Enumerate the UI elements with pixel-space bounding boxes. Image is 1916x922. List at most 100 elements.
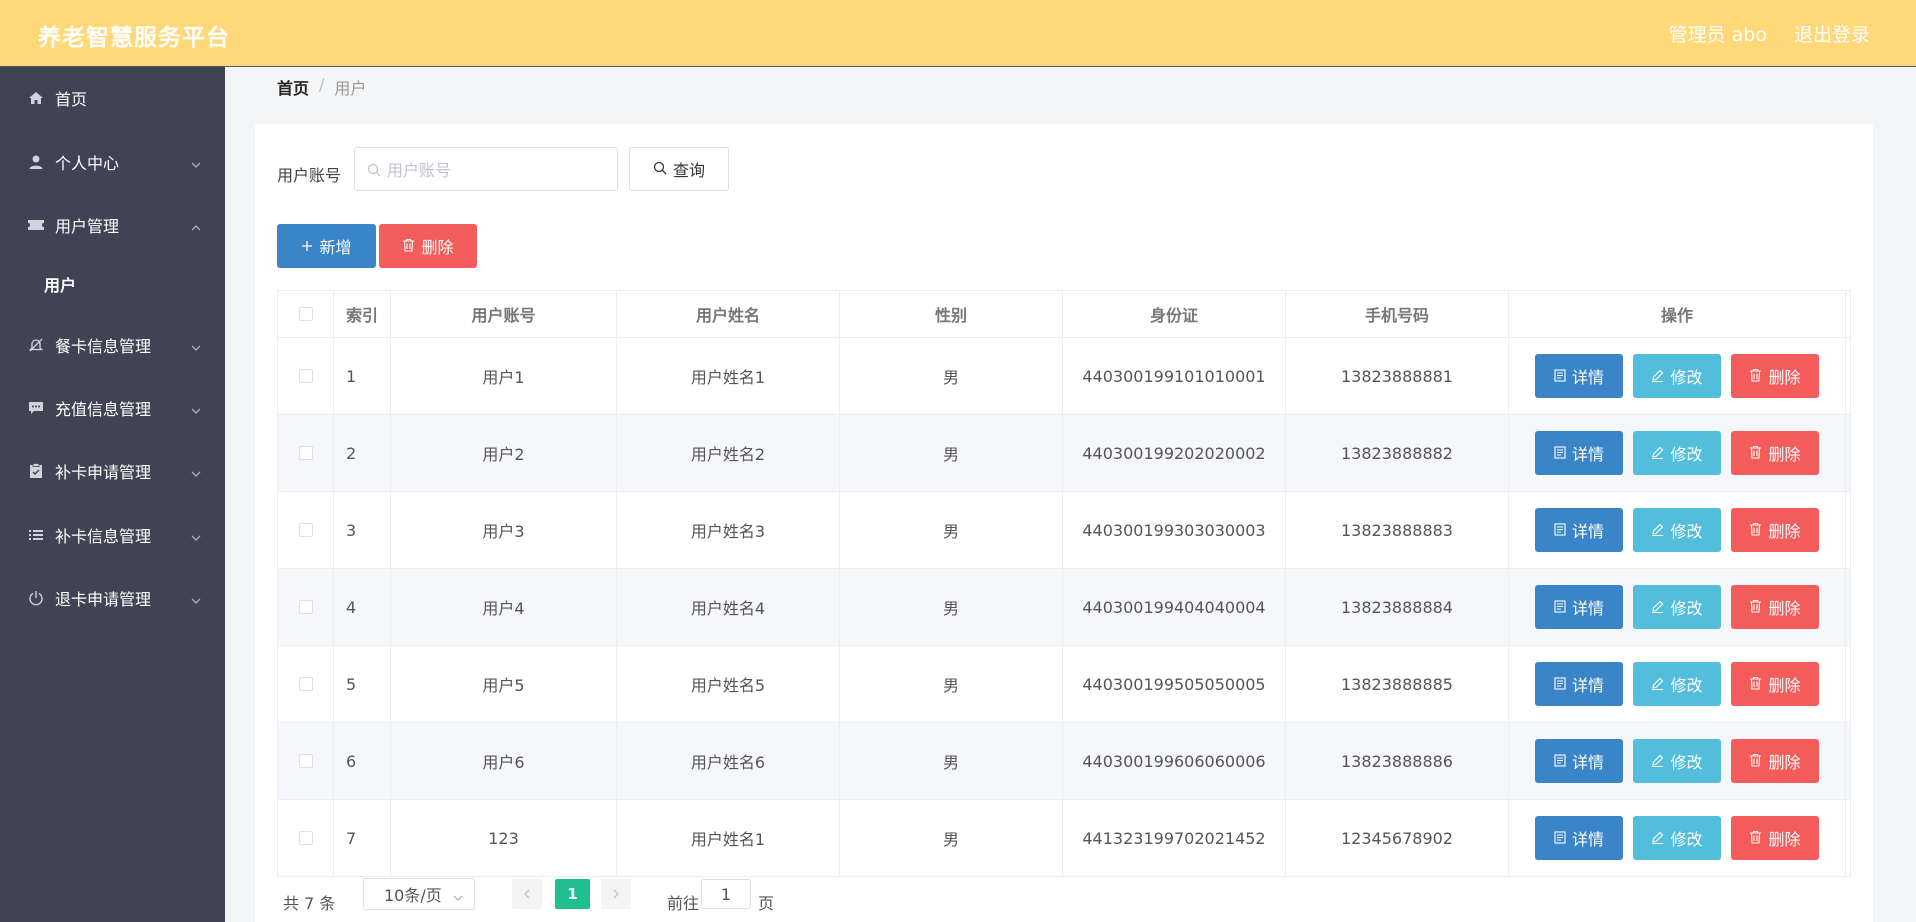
detail-button[interactable]: 详情 [1535,739,1623,783]
add-button-label: 新增 [319,238,352,257]
edit-button-label: 修改 [1670,368,1703,387]
row-select-cell [278,723,334,799]
remove-button[interactable]: 删除 [1731,739,1819,783]
cell-id-card: 440300199202020002 [1063,415,1286,491]
edit-button[interactable]: 修改 [1633,354,1721,398]
edit-button[interactable]: 修改 [1633,585,1721,629]
detail-button[interactable]: 详情 [1535,585,1623,629]
sidebar-item-refund-apply[interactable]: 退卡申请管理 [0,570,225,626]
chevron-down-icon [190,465,202,477]
chevron-down-icon [190,592,202,604]
cell-index: 7 [334,800,391,876]
detail-button[interactable]: 详情 [1535,816,1623,860]
row-checkbox[interactable] [298,600,313,614]
chevron-down-icon [190,402,202,414]
cell-phone: 13823888881 [1286,338,1509,414]
cell-name: 用户姓名1 [617,338,840,414]
search-icon [367,162,381,181]
edit-button-label: 修改 [1670,830,1703,849]
row-checkbox[interactable] [298,754,313,768]
cell-name: 用户姓名1 [617,800,840,876]
cell-index: 6 [334,723,391,799]
cell-gender: 男 [840,569,1063,645]
column-header: 手机号码 [1286,291,1509,337]
detail-button[interactable]: 详情 [1535,508,1623,552]
page-unit-label: 页 [758,894,775,913]
sidebar-item-label: 补卡信息管理 [55,527,152,546]
edit-button[interactable]: 修改 [1633,739,1721,783]
cell-operations: 详情 修改 删除 [1509,338,1846,414]
sidebar-item-reissue-apply[interactable]: 补卡申请管理 [0,443,225,499]
cell-name: 用户姓名5 [617,646,840,722]
document-icon [1554,367,1566,386]
breadcrumb-home[interactable]: 首页 [277,75,309,99]
main-content: 首页 / 用户 用户账号 查询 新增 删除 索引 用户账号 用户姓名 [225,67,1916,922]
detail-button-label: 详情 [1571,445,1604,464]
trash-icon [1749,752,1762,771]
search-icon [653,160,667,179]
edit-button[interactable]: 修改 [1633,662,1721,706]
sidebar-item-recharge[interactable]: 充值信息管理 [0,380,225,436]
remove-button-label: 删除 [1768,368,1801,387]
search-input-wrapper [354,147,618,191]
row-checkbox[interactable] [298,369,313,383]
pagination-total: 共 7 条 [283,894,336,913]
search-input[interactable] [387,158,607,182]
sidebar-subitem-user[interactable]: 用户 [0,260,225,306]
edit-button[interactable]: 修改 [1633,816,1721,860]
remove-button[interactable]: 删除 [1731,354,1819,398]
cell-operations: 详情 修改 删除 [1509,723,1846,799]
document-icon [1554,752,1566,771]
trash-icon [1749,598,1762,617]
row-checkbox[interactable] [298,677,313,691]
remove-button-label: 删除 [1768,599,1801,618]
page-number-current[interactable]: 1 [555,879,590,909]
table-row: 1 用户1 用户姓名1 男 440300199101010001 13823888881 详… [277,338,1851,415]
remove-button[interactable]: 删除 [1731,662,1819,706]
detail-button-label: 详情 [1571,753,1604,772]
detail-button-label: 详情 [1571,368,1604,387]
edit-button[interactable]: 修改 [1633,508,1721,552]
remove-button[interactable]: 删除 [1731,508,1819,552]
sidebar-item-label: 补卡申请管理 [55,463,152,482]
cell-index: 2 [334,415,391,491]
column-header: 性别 [840,291,1063,337]
chevron-down-icon [452,889,464,908]
sidebar: 首页 个人中心 用户管理 用户 餐卡信息管理 充值信息管理 补卡申请管理 补卡信… [0,67,225,922]
remove-button-label: 删除 [1768,445,1801,464]
detail-button[interactable]: 详情 [1535,662,1623,706]
edit-button-label: 修改 [1670,445,1703,464]
page-scrollbar[interactable] [1901,67,1916,922]
sidebar-item-user-management[interactable]: 用户管理 [0,197,225,253]
row-checkbox[interactable] [298,523,313,537]
chevron-right-icon [611,885,621,904]
row-checkbox[interactable] [298,446,313,460]
cell-id-card: 441323199702021452 [1063,800,1286,876]
sidebar-item-meal-card[interactable]: 餐卡信息管理 [0,317,225,373]
add-button[interactable]: 新增 [277,224,376,268]
remove-button[interactable]: 删除 [1731,585,1819,629]
sidebar-item-home[interactable]: 首页 [0,70,225,126]
cell-phone: 13823888884 [1286,569,1509,645]
table-row: 6 用户6 用户姓名6 男 440300199606060006 13823888886 详… [277,723,1851,800]
detail-button[interactable]: 详情 [1535,431,1623,475]
sidebar-item-profile[interactable]: 个人中心 [0,134,225,190]
query-button[interactable]: 查询 [629,147,729,191]
remove-button[interactable]: 删除 [1731,816,1819,860]
batch-delete-button[interactable]: 删除 [379,224,477,268]
sidebar-item-reissue-info[interactable]: 补卡信息管理 [0,507,225,563]
next-page-button[interactable] [601,879,631,909]
pencil-icon [1651,829,1664,848]
logout-link[interactable]: 退出登录 [1794,20,1870,47]
prev-page-button[interactable] [512,879,542,909]
detail-button[interactable]: 详情 [1535,354,1623,398]
row-checkbox[interactable] [298,831,313,845]
goto-page-input[interactable] [701,879,751,909]
edit-button[interactable]: 修改 [1633,431,1721,475]
batch-delete-button-label: 删除 [421,238,454,257]
table-row: 3 用户3 用户姓名3 男 440300199303030003 13823888883 详… [277,492,1851,569]
current-user: 管理员 abo [1668,24,1767,46]
page-size-select[interactable]: 10条/页 [363,878,475,910]
select-all-checkbox[interactable] [298,307,313,321]
remove-button[interactable]: 删除 [1731,431,1819,475]
